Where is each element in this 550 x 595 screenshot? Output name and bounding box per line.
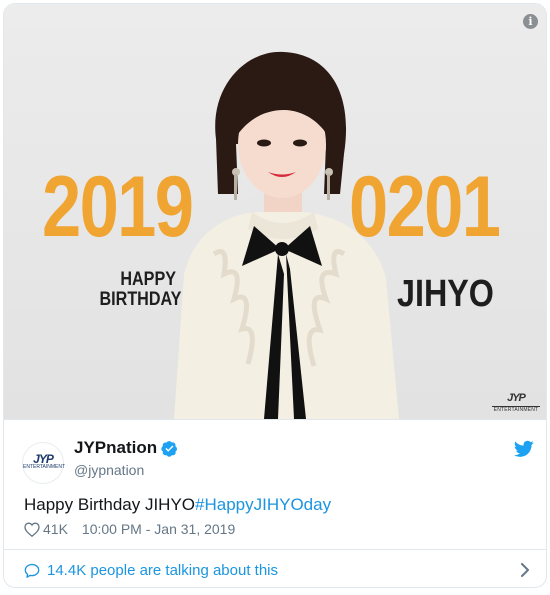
info-icon[interactable]: i <box>523 14 538 29</box>
author-name-row[interactable]: JYPnation <box>74 438 178 458</box>
conversation-footer[interactable]: 14.4K people are talking about this <box>4 549 546 587</box>
heart-icon[interactable] <box>24 521 40 537</box>
tweet-meta-row: 41K 10:00 PM - Jan 31, 2019 <box>24 521 235 537</box>
author-display-name[interactable]: JYPnation <box>74 438 157 458</box>
tweet-text-plain: Happy Birthday JIHYO <box>24 495 196 514</box>
portrait-photo <box>174 51 399 419</box>
talking-about-link[interactable]: 14.4K people are talking about this <box>47 562 278 579</box>
like-count[interactable]: 41K <box>43 521 68 537</box>
verified-badge-icon <box>161 440 178 457</box>
tweet-media-image[interactable]: i 2019 0201 HAPPY BIRTHDAY JIHYO JYP ENT… <box>4 4 546 419</box>
author-handle[interactable]: @jypnation <box>74 462 144 478</box>
tweet-body[interactable]: JYP ENTERTAINMENT JYPnation @jypnation H… <box>4 419 546 550</box>
embedded-tweet-card[interactable]: i 2019 0201 HAPPY BIRTHDAY JIHYO JYP ENT… <box>3 3 547 588</box>
hashtag-link[interactable]: #HappyJIHYOday <box>195 495 331 514</box>
avatar[interactable]: JYP ENTERTAINMENT <box>22 442 65 484</box>
celebrant-name-text: JIHYO <box>397 273 494 315</box>
chevron-right-icon[interactable] <box>520 563 530 577</box>
tweet-timestamp[interactable]: 10:00 PM - Jan 31, 2019 <box>82 521 235 537</box>
speech-bubble-icon <box>24 563 40 578</box>
twitter-bird-icon[interactable] <box>514 440 534 458</box>
jyp-entertainment-logo: JYP ENTERTAINMENT <box>492 392 540 413</box>
tweet-text: Happy Birthday JIHYO#HappyJIHYOday <box>24 495 331 515</box>
